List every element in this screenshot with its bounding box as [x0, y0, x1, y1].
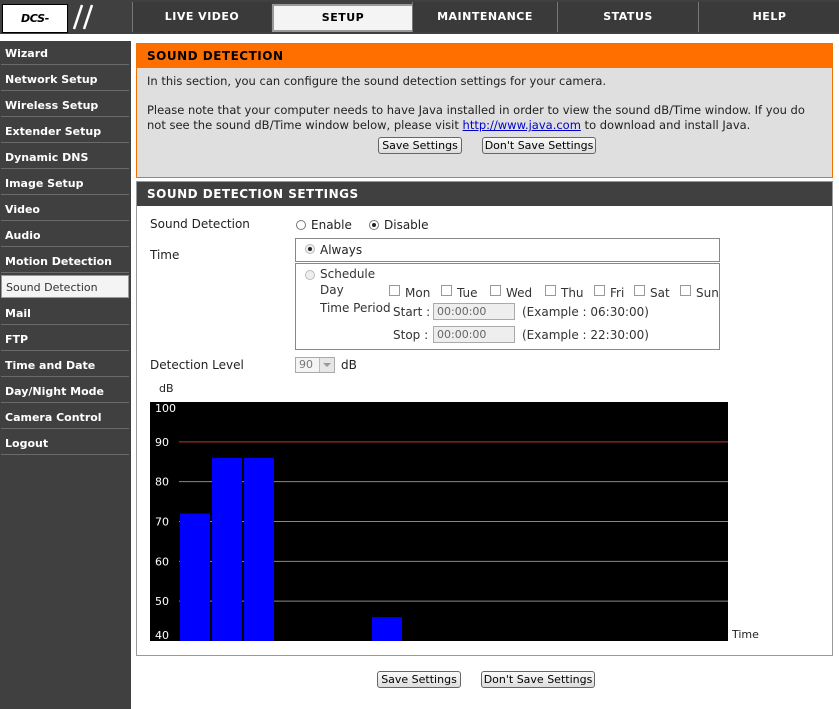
day-label-sat: Sat — [650, 286, 670, 300]
always-radio[interactable] — [305, 244, 315, 254]
schedule-radio[interactable] — [305, 270, 315, 280]
sidebar-item-ftp[interactable]: FTP — [1, 328, 129, 351]
chart-y-tick-label: 40 — [155, 629, 169, 641]
sound-detection-settings-panel: SOUND DETECTION SETTINGS Sound Detection… — [136, 181, 833, 656]
enable-label: Enable — [311, 218, 352, 232]
disable-radio[interactable] — [369, 220, 379, 230]
chart-y-tick-label: 90 — [155, 436, 169, 449]
tab-status[interactable]: STATUS — [557, 2, 698, 32]
sidebar-item-extender-setup[interactable]: Extender Setup — [1, 120, 129, 143]
chart-y-axis-label: dB — [159, 382, 174, 395]
start-time-input[interactable]: 00:00:00 — [433, 303, 515, 320]
sidebar-item-time-and-date[interactable]: Time and Date — [1, 354, 129, 377]
sidebar-item-network-setup[interactable]: Network Setup — [1, 68, 129, 91]
start-example: (Example : 06:30:00) — [522, 305, 649, 319]
schedule-frame: Schedule Day Mon Tue Wed Thu Fri Sat Sun… — [295, 263, 720, 350]
sidebar-item-image-setup[interactable]: Image Setup — [1, 172, 129, 195]
sidebar-item-wizard[interactable]: Wizard — [1, 42, 129, 65]
enable-radio[interactable] — [296, 220, 306, 230]
intro-line-2: Please note that your computer needs to … — [147, 103, 822, 133]
sidebar: Wizard Network Setup Wireless Setup Exte… — [0, 41, 131, 709]
start-label: Start : — [393, 305, 431, 319]
sidebar-item-audio[interactable]: Audio — [1, 224, 129, 247]
day-checkbox-wed[interactable] — [490, 285, 501, 296]
sidebar-item-sound-detection[interactable]: Sound Detection — [1, 275, 129, 298]
detection-level-unit: dB — [341, 358, 357, 372]
sidebar-item-motion-detection[interactable]: Motion Detection — [1, 250, 129, 273]
chart-bar — [212, 457, 242, 641]
chart-y-tick-label: 50 — [155, 595, 169, 608]
dont-save-settings-button-top[interactable]: Don't Save Settings — [482, 137, 596, 154]
sidebar-item-logout[interactable]: Logout — [1, 432, 129, 455]
brand-logo: DCS-5020L — [2, 4, 68, 52]
intro-title: SOUND DETECTION — [137, 44, 832, 68]
settings-title: SOUND DETECTION SETTINGS — [137, 182, 832, 206]
chart-y-tick-label: 100 — [155, 402, 176, 415]
day-label: Day — [320, 283, 344, 297]
day-label-mon: Mon — [405, 286, 431, 300]
intro-line-2-part-b: to download and install Java. — [580, 118, 751, 132]
day-checkbox-mon[interactable] — [389, 285, 400, 296]
sidebar-item-wireless-setup[interactable]: Wireless Setup — [1, 94, 129, 117]
day-label-tue: Tue — [457, 286, 478, 300]
chart-y-tick-label: 80 — [155, 476, 169, 489]
save-settings-button-top[interactable]: Save Settings — [378, 137, 462, 154]
day-checkbox-tue[interactable] — [441, 285, 452, 296]
time-period-label: Time Period — [320, 301, 391, 315]
sound-detection-label: Sound Detection — [150, 217, 250, 231]
chart-x-axis-label: Time — [732, 628, 759, 641]
stop-time-input[interactable]: 00:00:00 — [433, 326, 515, 343]
always-label: Always — [320, 243, 363, 257]
logo-slashes-icon — [72, 4, 94, 30]
sidebar-item-camera-control[interactable]: Camera Control — [1, 406, 129, 429]
sound-detection-intro-panel: SOUND DETECTION In this section, you can… — [136, 43, 833, 178]
tab-live-video[interactable]: LIVE VIDEO — [132, 2, 271, 32]
day-label-sun: Sun — [696, 286, 719, 300]
day-label-thu: Thu — [561, 286, 584, 300]
sidebar-item-mail[interactable]: Mail — [1, 302, 129, 325]
day-checkbox-sun[interactable] — [680, 285, 691, 296]
dont-save-settings-button-bottom[interactable]: Don't Save Settings — [481, 671, 595, 688]
sound-level-chart: 100 90 80 70 60 50 40 — [150, 402, 728, 641]
sidebar-item-day-night-mode[interactable]: Day/Night Mode — [1, 380, 129, 403]
day-label-fri: Fri — [610, 286, 625, 300]
tab-help[interactable]: HELP — [698, 2, 839, 32]
chart-bar — [244, 457, 274, 641]
chart-bar — [372, 617, 402, 641]
detection-level-value: 90 — [299, 358, 313, 371]
top-navigation-bar: DCS-5020L LIVE VIDEO SETUP MAINTENANCE S… — [0, 0, 839, 52]
save-settings-button-bottom[interactable]: Save Settings — [377, 671, 461, 688]
time-label: Time — [150, 248, 180, 262]
detection-level-label: Detection Level — [150, 358, 244, 372]
chevron-down-icon — [319, 358, 334, 372]
day-label-wed: Wed — [506, 286, 533, 300]
java-link[interactable]: http://www.java.com — [463, 118, 581, 132]
sidebar-item-dynamic-dns[interactable]: Dynamic DNS — [1, 146, 129, 169]
chart-bar — [180, 513, 210, 641]
chart-y-tick-label: 60 — [155, 555, 169, 568]
day-checkbox-sat[interactable] — [634, 285, 645, 296]
chart-y-tick-label: 70 — [155, 516, 169, 529]
tab-maintenance[interactable]: MAINTENANCE — [412, 2, 557, 32]
schedule-label: Schedule — [320, 267, 376, 281]
intro-line-1: In this section, you can configure the s… — [147, 74, 607, 88]
day-checkbox-fri[interactable] — [594, 285, 605, 296]
always-frame: Always — [295, 238, 720, 262]
sidebar-item-video[interactable]: Video — [1, 198, 129, 221]
tab-setup[interactable]: SETUP — [272, 4, 414, 32]
intro-text: In this section, you can configure the s… — [137, 68, 832, 133]
day-checkbox-thu[interactable] — [545, 285, 556, 296]
stop-example: (Example : 22:30:00) — [522, 328, 649, 342]
disable-label: Disable — [384, 218, 429, 232]
stop-label: Stop : — [393, 328, 429, 342]
detection-level-select[interactable]: 90 — [295, 357, 335, 373]
